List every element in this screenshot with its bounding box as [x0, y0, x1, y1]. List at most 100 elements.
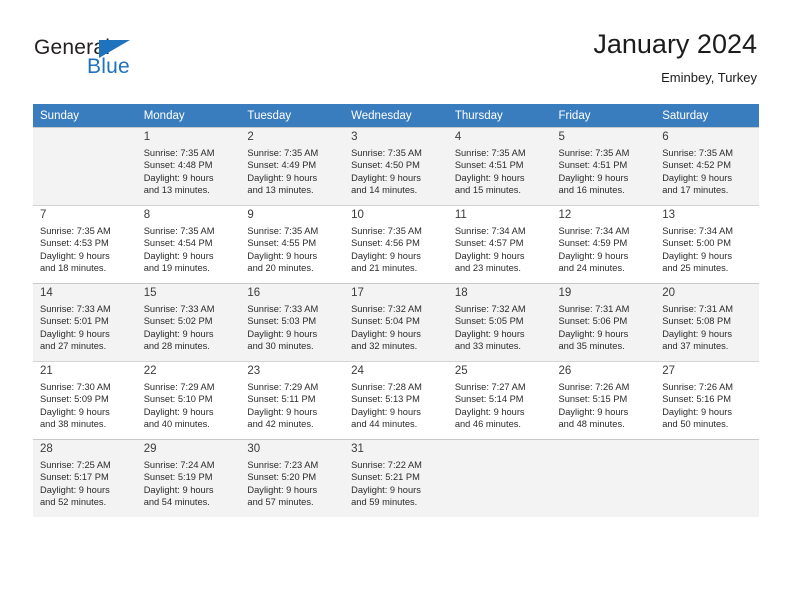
calendar-day-cell[interactable]: 3 Sunrise: 7:35 AM Sunset: 4:50 PM Daylight… — [344, 127, 448, 205]
calendar-day-cell[interactable]: 19 Sunrise: 7:31 AM Sunset: 5:06 PM Dayligh… — [551, 283, 656, 361]
calendar-day-cell[interactable]: 18 Sunrise: 7:32 AM Sunset: 5:05 PM Dayligh… — [447, 283, 552, 361]
day-detail-sunrise: Sunrise: 7:24 AM — [143, 460, 215, 470]
day-number: 7 — [40, 209, 47, 221]
day-details: Sunrise: 7:35 AM Sunset: 4:51 PM Daylight:… — [455, 147, 546, 197]
day-detail-sunset: Sunset: 4:51 PM — [558, 160, 628, 171]
calendar-day-cell[interactable]: 15 Sunrise: 7:33 AM Sunset: 5:02 PM Dayligh… — [136, 283, 241, 361]
day-detail-sunset: Sunset: 5:15 PM — [558, 394, 628, 405]
calendar-day-cell[interactable]: 1 Sunrise: 7:35 AM Sunset: 4:48 PM Daylight… — [136, 127, 241, 205]
day-cell-inner: 25 Sunrise: 7:27 AM Sunset: 5:14 PM Dayligh… — [447, 361, 552, 439]
day-detail-daylight-line1: Daylight: 9 hours — [662, 328, 732, 339]
weekday-header-tuesday: Tuesday — [240, 104, 345, 127]
day-detail-sunset: Sunset: 5:17 PM — [40, 472, 109, 483]
calendar-day-cell[interactable]: 29 Sunrise: 7:24 AM Sunset: 5:19 PM Dayligh… — [136, 439, 241, 517]
day-cell-inner: 10 Sunrise: 7:35 AM Sunset: 4:56 PM Dayligh… — [344, 205, 448, 283]
day-number: 27 — [662, 365, 676, 377]
calendar-day-cell[interactable]: 2 Sunrise: 7:35 AM Sunset: 4:49 PM Daylight… — [240, 127, 345, 205]
day-detail-sunset: Sunset: 4:56 PM — [351, 238, 420, 249]
day-detail-daylight-line1: Daylight: 9 hours — [143, 172, 214, 183]
day-details: Sunrise: 7:26 AM Sunset: 5:16 PM Daylight:… — [662, 381, 753, 431]
day-detail-daylight-line2: and 44 minutes. — [351, 419, 418, 430]
calendar-day-cell[interactable]: 14 Sunrise: 7:33 AM Sunset: 5:01 PM Dayligh… — [33, 283, 137, 361]
calendar-day-cell[interactable]: 20 Sunrise: 7:31 AM Sunset: 5:08 PM Dayligh… — [655, 283, 759, 361]
day-number: 14 — [40, 287, 53, 299]
day-details: Sunrise: 7:30 AM Sunset: 5:09 PM Daylight:… — [40, 381, 131, 431]
day-detail-sunrise: Sunrise: 7:35 AM — [454, 148, 526, 158]
calendar-day-cell[interactable]: 17 Sunrise: 7:32 AM Sunset: 5:04 PM Dayligh… — [344, 283, 448, 361]
calendar-day-cell[interactable]: 13 Sunrise: 7:34 AM Sunset: 5:00 PM Dayligh… — [655, 205, 759, 283]
day-details: Sunrise: 7:35 AM Sunset: 4:49 PM Daylight:… — [247, 147, 338, 197]
day-detail-daylight-line2: and 17 minutes. — [662, 185, 729, 196]
day-detail-daylight-line1: Daylight: 9 hours — [351, 484, 421, 495]
calendar-day-cell[interactable]: 10 Sunrise: 7:35 AM Sunset: 4:56 PM Dayligh… — [344, 205, 448, 283]
calendar-day-cell[interactable]: 21 Sunrise: 7:30 AM Sunset: 5:09 PM Dayligh… — [33, 361, 137, 439]
day-detail-daylight-line1: Daylight: 9 hours — [662, 250, 732, 261]
day-detail-sunset: Sunset: 5:09 PM — [40, 394, 109, 405]
day-detail-sunrise: Sunrise: 7:26 AM — [662, 382, 734, 392]
day-details: Sunrise: 7:35 AM Sunset: 4:55 PM Daylight:… — [247, 225, 338, 275]
calendar-day-cell[interactable]: 6 Sunrise: 7:35 AM Sunset: 4:52 PM Daylight… — [655, 127, 759, 205]
calendar-day-cell[interactable]: 25 Sunrise: 7:27 AM Sunset: 5:14 PM Dayligh… — [447, 361, 552, 439]
day-number: 10 — [351, 209, 364, 221]
calendar-day-cell[interactable]: 9 Sunrise: 7:35 AM Sunset: 4:55 PM Daylight… — [240, 205, 345, 283]
calendar-day-cell[interactable]: 22 Sunrise: 7:29 AM Sunset: 5:10 PM Dayligh… — [136, 361, 241, 439]
day-cell-inner: 13 Sunrise: 7:34 AM Sunset: 5:00 PM Dayligh… — [655, 205, 759, 283]
day-number: 13 — [662, 209, 676, 221]
calendar-day-cell[interactable]: 28 Sunrise: 7:25 AM Sunset: 5:17 PM Dayligh… — [33, 439, 137, 517]
calendar-day-cell[interactable]: 12 Sunrise: 7:34 AM Sunset: 4:59 PM Dayligh… — [551, 205, 656, 283]
day-detail-daylight-line1: Daylight: 9 hours — [40, 406, 110, 417]
calendar-day-cell[interactable]: 4 Sunrise: 7:35 AM Sunset: 4:51 PM Daylight… — [447, 127, 552, 205]
day-cell-inner: 12 Sunrise: 7:34 AM Sunset: 4:59 PM Dayligh… — [551, 205, 656, 283]
day-cell-inner: 6 Sunrise: 7:35 AM Sunset: 4:52 PM Daylight… — [655, 127, 759, 205]
day-detail-daylight-line2: and 54 minutes. — [143, 497, 210, 508]
day-cell-inner: 11 Sunrise: 7:34 AM Sunset: 4:57 PM Dayligh… — [447, 205, 552, 283]
calendar-day-cell[interactable]: 8 Sunrise: 7:35 AM Sunset: 4:54 PM Daylight… — [136, 205, 241, 283]
calendar-day-cell[interactable]: 26 Sunrise: 7:26 AM Sunset: 5:15 PM Dayligh… — [551, 361, 656, 439]
day-detail-daylight-line2: and 32 minutes. — [351, 341, 418, 352]
calendar-day-cell[interactable]: 23 Sunrise: 7:29 AM Sunset: 5:11 PM Dayligh… — [240, 361, 345, 439]
calendar-day-cell[interactable]: 16 Sunrise: 7:33 AM Sunset: 5:03 PM Dayligh… — [240, 283, 345, 361]
day-details: Sunrise: 7:34 AM Sunset: 4:59 PM Daylight:… — [559, 225, 650, 275]
calendar-day-cell[interactable]: 31 Sunrise: 7:22 AM Sunset: 5:21 PM Dayligh… — [344, 439, 448, 517]
day-detail-sunset: Sunset: 5:13 PM — [351, 394, 420, 405]
day-number: 15 — [143, 287, 157, 299]
day-detail-daylight-line2: and 35 minutes. — [558, 341, 625, 352]
day-detail-sunset: Sunset: 4:50 PM — [351, 160, 420, 171]
calendar-day-cell[interactable]: 24 Sunrise: 7:28 AM Sunset: 5:13 PM Dayligh… — [344, 361, 448, 439]
calendar-day-cell[interactable]: 7 Sunrise: 7:35 AM Sunset: 4:53 PM Daylight… — [33, 205, 137, 283]
day-number: 31 — [351, 443, 364, 455]
day-detail-daylight-line2: and 28 minutes. — [143, 341, 210, 352]
day-details: Sunrise: 7:33 AM Sunset: 5:03 PM Daylight:… — [247, 303, 338, 353]
calendar-day-cell[interactable]: 5 Sunrise: 7:35 AM Sunset: 4:51 PM Daylight… — [551, 127, 656, 205]
day-number: 4 — [454, 131, 462, 143]
day-detail-sunrise: Sunrise: 7:34 AM — [558, 226, 630, 236]
day-detail-sunrise: Sunrise: 7:32 AM — [351, 304, 422, 314]
day-detail-sunrise: Sunrise: 7:35 AM — [558, 148, 630, 158]
day-detail-sunset: Sunset: 4:57 PM — [454, 238, 524, 249]
day-detail-daylight-line1: Daylight: 9 hours — [143, 328, 214, 339]
day-detail-sunrise: Sunrise: 7:29 AM — [143, 382, 215, 392]
day-detail-daylight-line2: and 19 minutes. — [143, 263, 210, 274]
day-details: Sunrise: 7:33 AM Sunset: 5:02 PM Daylight:… — [144, 303, 235, 353]
day-number: 24 — [351, 365, 364, 377]
day-detail-daylight-line2: and 52 minutes. — [40, 497, 107, 508]
calendar-day-cell[interactable]: 30 Sunrise: 7:23 AM Sunset: 5:20 PM Dayligh… — [240, 439, 345, 517]
calendar-day-cell[interactable]: 27 Sunrise: 7:26 AM Sunset: 5:16 PM Dayligh… — [655, 361, 759, 439]
day-detail-sunrise: Sunrise: 7:35 AM — [247, 226, 319, 236]
brand-logo[interactable]: General Blue — [34, 36, 274, 90]
day-cell-inner: 9 Sunrise: 7:35 AM Sunset: 4:55 PM Daylight… — [240, 205, 345, 283]
day-detail-sunrise: Sunrise: 7:35 AM — [143, 226, 215, 236]
weekday-header-monday: Monday — [136, 104, 241, 127]
day-detail-daylight-line1: Daylight: 9 hours — [40, 328, 110, 339]
day-detail-daylight-line1: Daylight: 9 hours — [454, 172, 525, 183]
calendar-day-cell[interactable]: 11 Sunrise: 7:34 AM Sunset: 4:57 PM Dayligh… — [447, 205, 552, 283]
day-cell-inner: 30 Sunrise: 7:23 AM Sunset: 5:20 PM Dayligh… — [240, 439, 345, 517]
day-details: Sunrise: 7:35 AM Sunset: 4:51 PM Daylight:… — [559, 147, 650, 197]
day-detail-sunset: Sunset: 5:16 PM — [662, 394, 731, 405]
day-number: 21 — [40, 365, 53, 377]
day-detail-daylight-line1: Daylight: 9 hours — [247, 406, 318, 417]
day-cell-inner: 14 Sunrise: 7:33 AM Sunset: 5:01 PM Dayligh… — [33, 283, 137, 361]
day-detail-daylight-line1: Daylight: 9 hours — [40, 484, 110, 495]
calendar-page: General Blue January 2024 Eminbey, Turke… — [0, 0, 792, 612]
day-detail-daylight-line2: and 42 minutes. — [247, 419, 314, 430]
